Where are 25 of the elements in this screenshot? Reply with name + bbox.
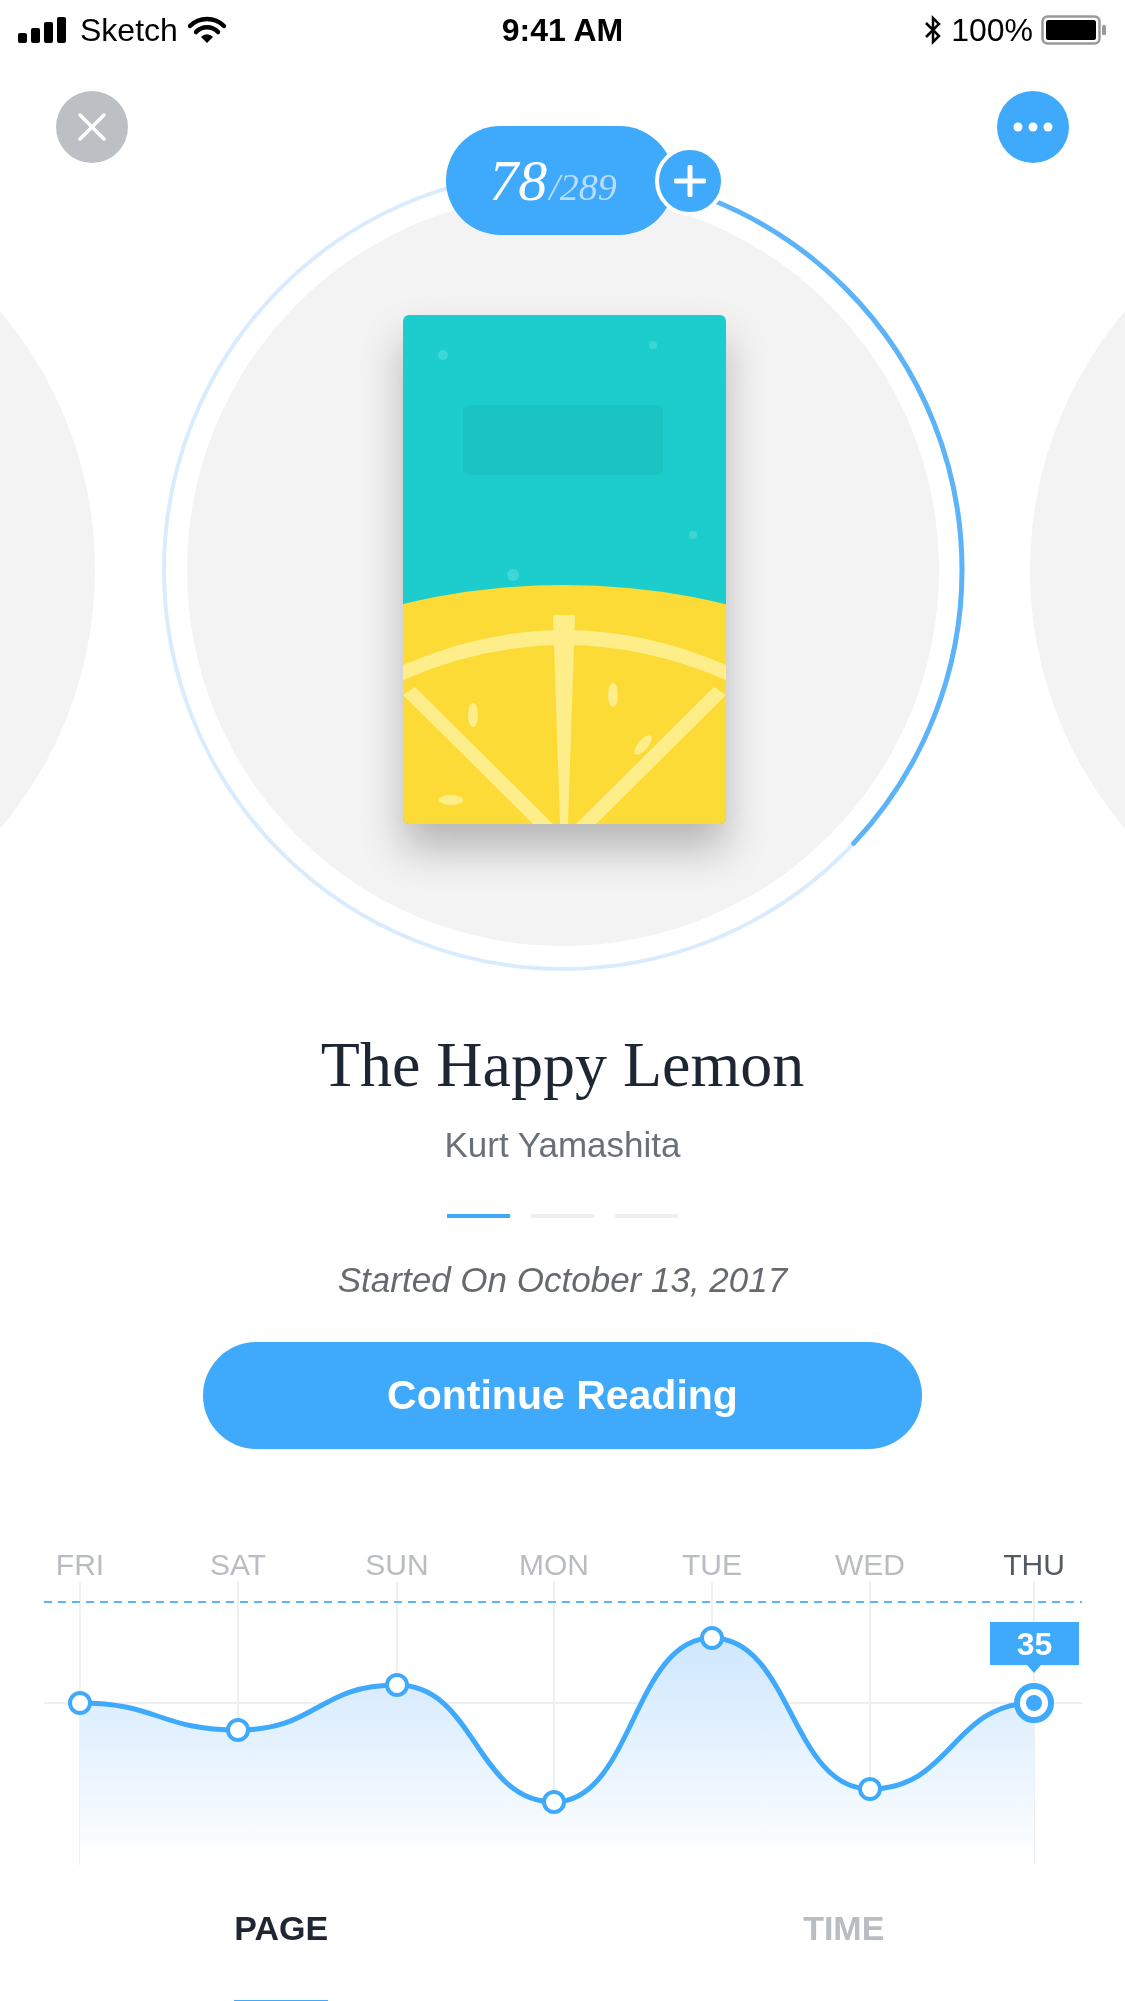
callout-pointer-icon xyxy=(1027,1665,1041,1673)
carrier-name: Sketch xyxy=(80,11,178,50)
plus-icon xyxy=(674,165,706,197)
day-label[interactable]: SAT xyxy=(209,1542,267,1587)
clock-time: 9:41 AM xyxy=(501,11,624,50)
wifi-icon xyxy=(187,16,226,44)
page-indicator[interactable] xyxy=(447,1213,510,1218)
day-label[interactable]: TUE xyxy=(682,1542,742,1587)
book-author: Kurt Yamashita xyxy=(444,1124,681,1166)
book-title: The Happy Lemon xyxy=(320,1029,805,1101)
current-page: 78 xyxy=(489,147,548,215)
day-label[interactable]: FRI xyxy=(55,1542,105,1587)
continue-reading-button[interactable]: Continue Reading xyxy=(203,1342,922,1449)
more-icon xyxy=(1013,122,1053,132)
day-label[interactable]: WED xyxy=(835,1542,905,1587)
tab[interactable]: PAGE xyxy=(234,1898,329,2001)
start-date: Started On October 13, 2017 xyxy=(337,1258,788,1301)
battery-percent: 100% xyxy=(951,11,1033,50)
value-callout: 35 xyxy=(990,1622,1079,1665)
close-icon xyxy=(77,112,107,142)
day-label[interactable]: MON xyxy=(519,1542,589,1587)
day-label[interactable]: SUN xyxy=(365,1542,429,1587)
tab[interactable]: TIME xyxy=(796,1898,891,2001)
battery-icon xyxy=(1041,15,1107,45)
day-label[interactable]: THU xyxy=(1003,1542,1065,1587)
